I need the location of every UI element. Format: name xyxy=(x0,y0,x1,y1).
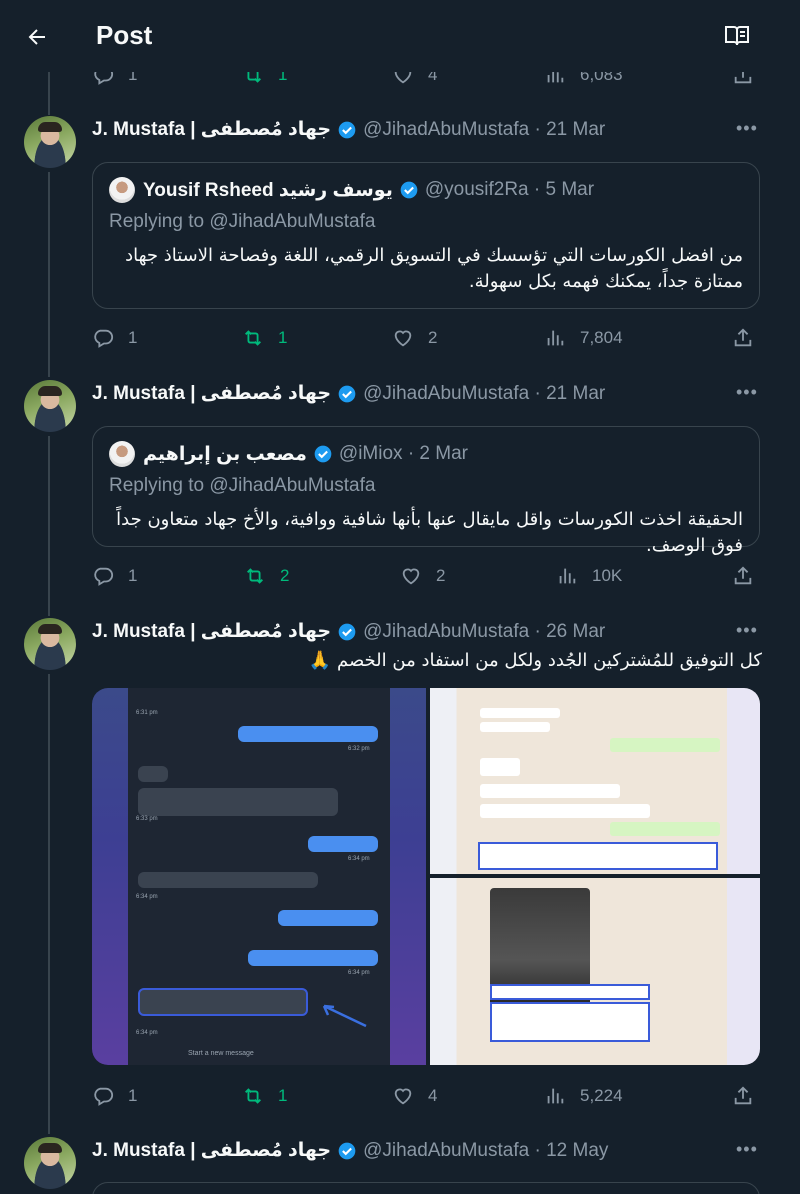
verified-badge-icon xyxy=(338,623,356,640)
message-bubble xyxy=(278,910,378,926)
handle-date[interactable]: @JihadAbuMustafa · 26 Mar xyxy=(363,621,605,643)
reply-button[interactable]: 1 xyxy=(92,565,137,587)
thread-line xyxy=(48,172,50,377)
verified-badge-icon xyxy=(400,181,418,199)
message-bubble xyxy=(308,836,378,852)
avatar[interactable] xyxy=(24,380,76,432)
quoted-text: الحقيقة اخذت الكورسات واقل مايقال عنها ب… xyxy=(116,509,743,556)
like-button[interactable]: 4 xyxy=(392,1085,437,1107)
whatsapp-screenshot[interactable] xyxy=(430,688,760,874)
verified-badge-icon xyxy=(338,121,356,138)
replying-to: Replying to @JihadAbuMustafa xyxy=(109,475,376,496)
message-bubble xyxy=(138,872,318,888)
message-bubble xyxy=(480,758,520,776)
message-bubble xyxy=(480,722,550,732)
reply-button[interactable]: 1 xyxy=(92,1085,137,1107)
avatar[interactable] xyxy=(24,1137,76,1189)
post-actions: 1 1 4 5,224 xyxy=(92,1081,762,1111)
views-button[interactable]: 10K xyxy=(556,565,622,587)
replying-to: Replying to @JihadAbuMustafa xyxy=(109,211,376,232)
author-name[interactable]: J. Mustafa | جهاد مُصطفى xyxy=(92,118,331,141)
post-actions: 1 1 2 7,804 xyxy=(92,323,762,353)
highlighted-message xyxy=(490,984,650,1000)
retweet-button[interactable]: 1 xyxy=(242,1085,287,1107)
voice-message xyxy=(610,738,720,752)
media-grid[interactable]: 6:31 pm 6:32 pm 6:33 pm 6:34 pm 6:34 pm … xyxy=(92,688,760,1065)
thread-line xyxy=(48,674,50,1134)
highlighted-message xyxy=(138,988,308,1016)
whatsapp-screenshot[interactable] xyxy=(430,878,760,1065)
author-name[interactable]: J. Mustafa | جهاد مُصطفى xyxy=(92,382,331,405)
post-header: J. Mustafa | جهاد مُصطفى @JihadAbuMustaf… xyxy=(92,1139,608,1162)
voice-message xyxy=(480,784,620,798)
share-icon[interactable] xyxy=(732,565,754,587)
post-header: J. Mustafa | جهاد مُصطفى @JihadAbuMustaf… xyxy=(92,620,605,643)
views-button[interactable]: 7,804 xyxy=(544,327,623,349)
quoted-post-header: مصعب بن إبراهيم @iMiox · 2 Mar xyxy=(109,441,468,467)
handle-date[interactable]: @JihadAbuMustafa · 21 Mar xyxy=(363,119,605,141)
message-bubble xyxy=(248,950,378,966)
message-bubble xyxy=(138,788,338,816)
handle-date[interactable]: @JihadAbuMustafa · 12 May xyxy=(363,1140,608,1162)
thread-line xyxy=(48,436,50,616)
reader-mode-icon[interactable] xyxy=(724,25,750,52)
more-options-icon[interactable]: ••• xyxy=(736,118,760,138)
voice-message xyxy=(610,822,720,836)
chat-window: 6:31 pm 6:32 pm 6:33 pm 6:34 pm 6:34 pm … xyxy=(128,688,390,1065)
quoted-handle-date: @iMiox · 2 Mar xyxy=(338,443,468,464)
message-bubble xyxy=(480,804,650,818)
post-header: J. Mustafa | جهاد مُصطفى @JihadAbuMustaf… xyxy=(92,118,605,141)
message-bubble xyxy=(480,708,560,718)
verified-badge-icon xyxy=(338,385,356,402)
quoted-post[interactable]: Yousif Rsheed يوسف رشيد @yousif2Ra · 5 M… xyxy=(92,162,760,309)
retweet-button[interactable]: 1 xyxy=(242,327,287,349)
message-bubble xyxy=(238,726,378,742)
avatar xyxy=(109,441,135,467)
avatar[interactable] xyxy=(24,116,76,168)
retweet-button[interactable]: 2 xyxy=(244,565,289,587)
quoted-text: من افضل الكورسات التي تؤسسك في التسويق ا… xyxy=(125,245,743,292)
chat-screenshot[interactable]: 6:31 pm 6:32 pm 6:33 pm 6:34 pm 6:34 pm … xyxy=(92,688,426,1065)
quoted-post[interactable] xyxy=(92,1182,760,1194)
highlighted-message xyxy=(478,842,718,870)
message-bubble xyxy=(138,766,168,782)
verified-badge-icon xyxy=(338,1142,356,1159)
reply-button[interactable]: 1 xyxy=(92,327,137,349)
author-name[interactable]: J. Mustafa | جهاد مُصطفى xyxy=(92,1139,331,1162)
more-options-icon[interactable]: ••• xyxy=(736,620,760,640)
avatar xyxy=(109,177,135,203)
author-name[interactable]: J. Mustafa | جهاد مُصطفى xyxy=(92,620,331,643)
quoted-author-name: مصعب بن إبراهيم xyxy=(143,443,307,465)
handle-date[interactable]: @JihadAbuMustafa · 21 Mar xyxy=(363,383,605,405)
avatar[interactable] xyxy=(24,618,76,670)
back-arrow-icon[interactable] xyxy=(22,22,52,52)
share-icon[interactable] xyxy=(732,1085,754,1107)
verified-badge-icon xyxy=(314,445,332,463)
quoted-post[interactable]: مصعب بن إبراهيم @iMiox · 2 Mar Replying … xyxy=(92,426,760,556)
more-options-icon[interactable]: ••• xyxy=(736,1139,760,1159)
highlighted-message xyxy=(490,1002,650,1042)
like-button[interactable]: 2 xyxy=(400,565,445,587)
top-bar: Post xyxy=(0,0,800,72)
post-actions: 1 2 2 10K xyxy=(92,561,762,591)
quoted-post-header: Yousif Rsheed يوسف رشيد @yousif2Ra · 5 M… xyxy=(109,177,594,203)
post-text: كل التوفيق للمُشتركين الجُدد ولكل من است… xyxy=(308,650,762,671)
arrow-annotation-icon xyxy=(322,1004,367,1028)
like-button[interactable]: 2 xyxy=(392,327,437,349)
post-header: J. Mustafa | جهاد مُصطفى @JihadAbuMustaf… xyxy=(92,382,605,405)
views-button[interactable]: 5,224 xyxy=(544,1085,623,1107)
page-title: Post xyxy=(96,20,153,50)
more-options-icon[interactable]: ••• xyxy=(736,382,760,402)
quoted-author-name: Yousif Rsheed يوسف رشيد xyxy=(143,179,393,201)
share-icon[interactable] xyxy=(732,327,754,349)
quoted-handle-date: @yousif2Ra · 5 Mar xyxy=(424,179,595,200)
